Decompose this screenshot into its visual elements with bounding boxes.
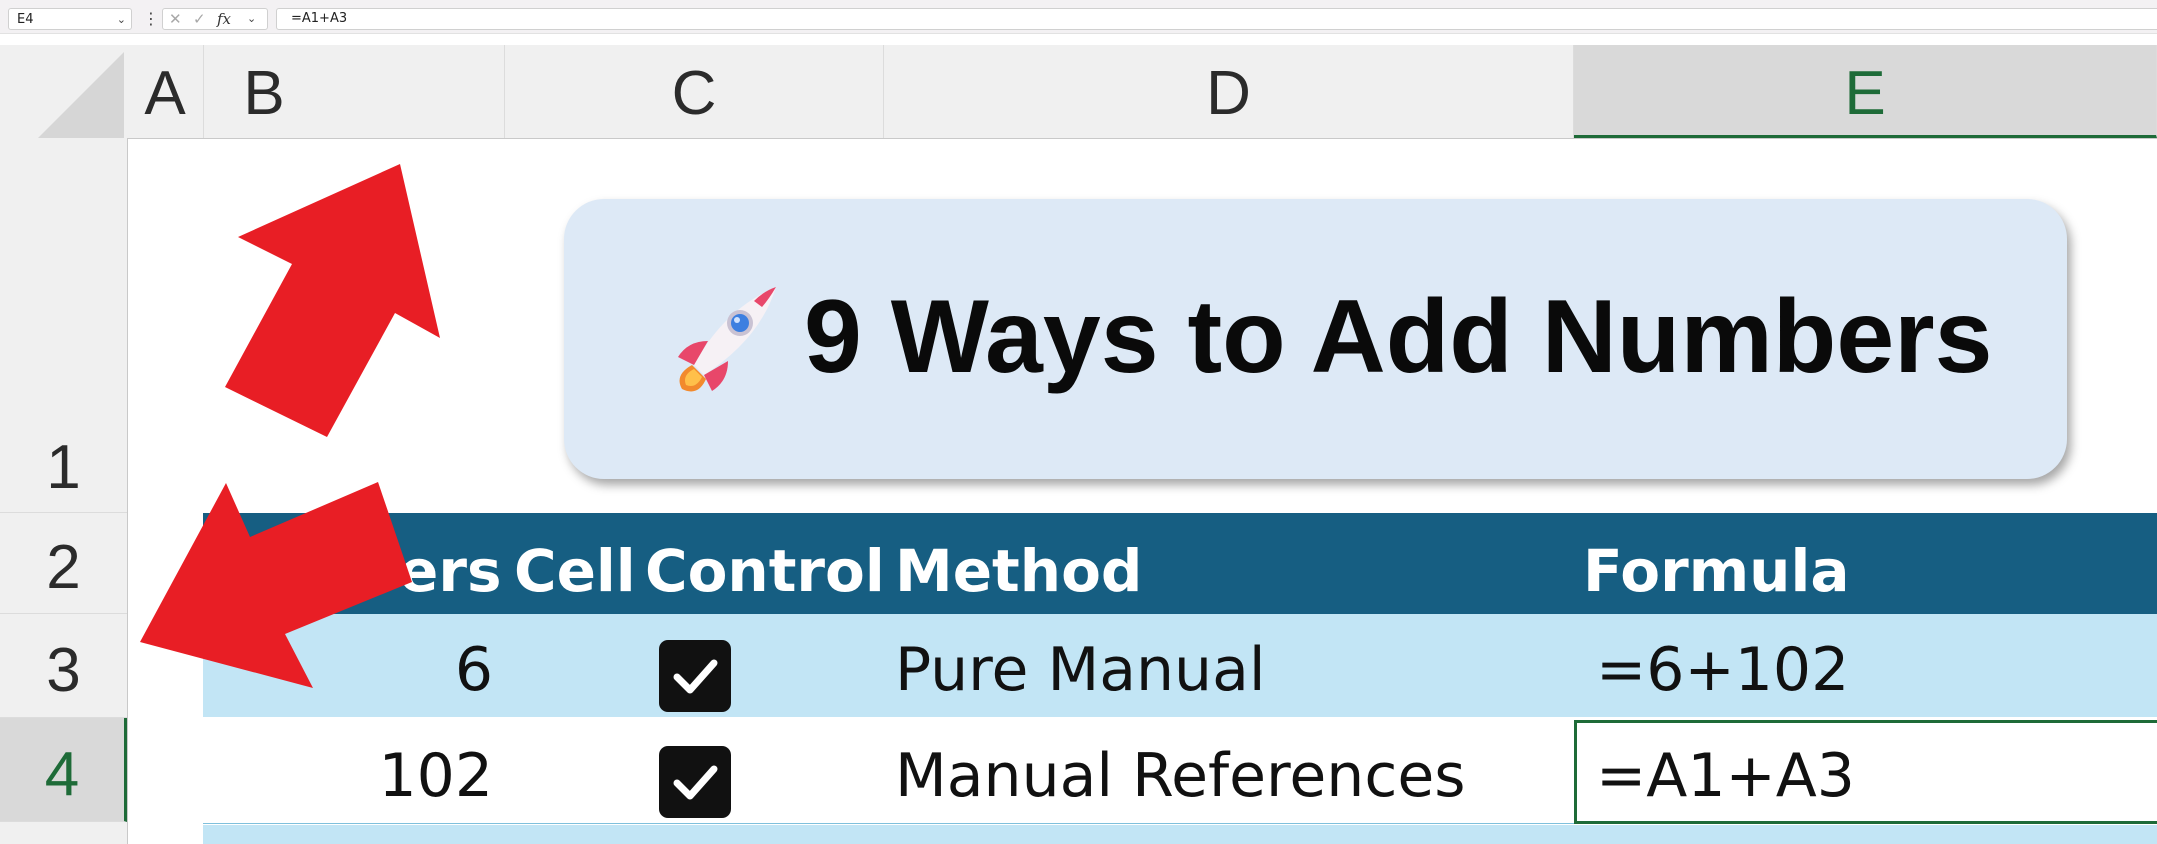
method-cell[interactable]: Manual References <box>895 720 1466 823</box>
row-header-4[interactable]: 4 <box>0 718 127 822</box>
title-card: 9 Ways to Add Numbers <box>564 199 2067 479</box>
column-headers: A B C D E <box>0 45 2157 139</box>
select-all-corner[interactable] <box>38 52 124 138</box>
checkbox-checked[interactable] <box>659 640 731 712</box>
chevron-down-icon[interactable]: ⌄ <box>247 9 256 29</box>
column-header-d[interactable]: D <box>884 45 1574 138</box>
column-header-c[interactable]: C <box>505 45 884 138</box>
header-method: Method <box>895 537 1143 605</box>
enter-icon[interactable]: ✓ <box>193 9 206 29</box>
column-header-e[interactable]: E <box>1574 45 2157 138</box>
column-header-a[interactable]: A <box>127 45 204 138</box>
formula-controls: ✕ ✓ fx ⌄ <box>162 8 268 30</box>
header-numbers: ers <box>399 537 502 605</box>
checkmark-icon <box>673 659 718 694</box>
method-cell[interactable]: Pure Manual <box>895 614 1266 717</box>
row-header-3[interactable]: 3 <box>0 614 127 718</box>
row-header-2[interactable]: 2 <box>0 513 127 614</box>
insert-function-icon[interactable]: fx <box>217 9 231 29</box>
column-header-b[interactable]: B <box>204 45 505 138</box>
formula-input[interactable]: =A1+A3 <box>276 8 2157 30</box>
table-header: ers Cell Control Method Formula <box>203 513 2157 614</box>
checkbox-checked[interactable] <box>659 746 731 818</box>
rocket-icon <box>678 287 776 392</box>
table-row <box>203 825 2157 844</box>
header-control: Control <box>645 537 885 605</box>
chevron-down-icon[interactable]: ⌄ <box>117 9 126 31</box>
more-options-icon[interactable]: ⋮ <box>143 9 159 29</box>
number-cell[interactable]: 6 <box>203 614 493 717</box>
formula-bar: E4 ⌄ ⋮ ✕ ✓ fx ⌄ =A1+A3 <box>0 0 2157 34</box>
formula-cell[interactable]: =6+102 <box>1596 614 1849 717</box>
selected-cell-outline <box>1574 720 2157 824</box>
name-box[interactable]: E4 ⌄ <box>8 8 132 30</box>
number-cell[interactable]: 102 <box>203 720 493 823</box>
checkmark-icon <box>673 765 718 800</box>
header-cell: Cell <box>514 537 636 605</box>
page-title: 9 Ways to Add Numbers <box>804 279 1993 395</box>
header-formula: Formula <box>1583 537 1850 605</box>
name-box-value: E4 <box>17 12 34 27</box>
row-header-1[interactable]: 1 <box>0 138 127 513</box>
table-row: 6 Pure Manual =6+102 <box>203 614 2157 717</box>
up-arrow-icon <box>225 164 440 437</box>
row-headers: 1 2 3 4 <box>0 138 128 844</box>
cancel-icon[interactable]: ✕ <box>169 9 182 29</box>
